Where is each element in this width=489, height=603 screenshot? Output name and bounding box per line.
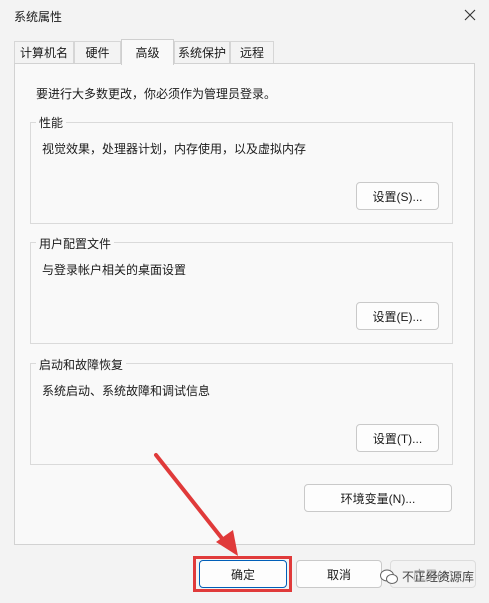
annotation-arrow-icon <box>154 453 238 556</box>
